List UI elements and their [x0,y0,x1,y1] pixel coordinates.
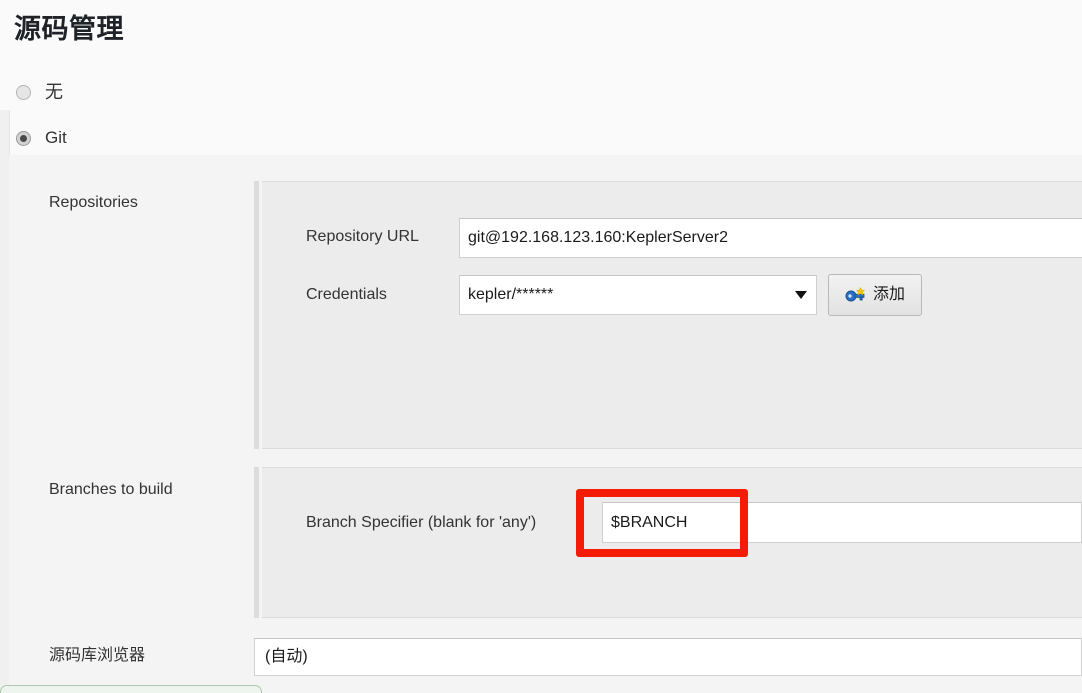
branches-panel-bar [254,467,259,618]
radio-none-label: 无 [45,82,63,102]
scm-settings-page: 源码管理 无 Git Repositories Repository URL g… [0,0,1082,693]
bottom-status-bar [0,685,262,693]
chevron-down-icon [795,291,807,299]
add-credentials-button[interactable]: 添加 [828,274,922,316]
branch-specifier-label: Branch Specifier (blank for 'any') [306,514,537,531]
row-label-branches-to-build: Branches to build [49,481,173,498]
repository-browser-select[interactable]: (自动) [254,638,1082,676]
credentials-label: Credentials [306,286,387,303]
credentials-selected-value: kepler/****** [468,286,554,303]
page-title: 源码管理 [14,14,124,44]
row-label-repository-browser: 源码库浏览器 [49,647,146,664]
credentials-select[interactable]: kepler/****** [459,275,817,315]
radio-git-mark[interactable] [16,130,31,146]
radio-git-label: Git [45,128,67,147]
add-credentials-label: 添加 [872,286,905,303]
row-label-repositories: Repositories [49,194,138,211]
key-icon [845,287,866,302]
radio-option-none[interactable]: 无 [16,79,63,105]
repository-url-label: Repository URL [306,228,419,245]
radio-option-git[interactable]: Git [16,125,67,151]
repository-url-input[interactable]: git@192.168.123.160:KeplerServer2 [459,218,1082,258]
branch-specifier-input[interactable]: $BRANCH [602,502,1082,543]
radio-none-mark[interactable] [16,84,31,100]
repositories-panel-bar [254,181,259,449]
